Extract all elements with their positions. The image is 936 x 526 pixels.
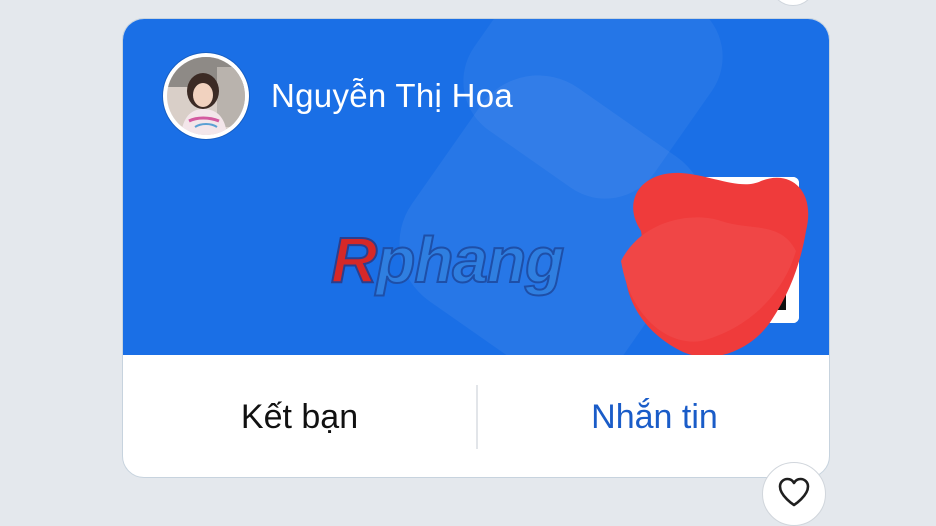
watermark-logo: Rphang [330, 223, 565, 297]
action-bar: Kết bạn Nhắn tin [123, 355, 829, 477]
profile-card: Nguyễn Thị Hoa Rphang Kết bạn Nhắn tin [122, 18, 830, 478]
heart-outline-icon [777, 476, 811, 513]
avatar-photo [167, 57, 245, 135]
watermark-text: phang [375, 223, 565, 297]
top-partial-button[interactable] [770, 0, 816, 6]
profile-name: Nguyễn Thị Hoa [271, 77, 514, 114]
profile-card-header: Nguyễn Thị Hoa Rphang [123, 19, 829, 355]
avatar[interactable] [163, 53, 249, 139]
message-button[interactable]: Nhắn tin [478, 355, 829, 477]
heart-reaction-button[interactable] [762, 462, 826, 526]
watermark-letter: R [330, 223, 378, 297]
redaction-mark [601, 161, 811, 355]
add-friend-button[interactable]: Kết bạn [123, 355, 476, 477]
